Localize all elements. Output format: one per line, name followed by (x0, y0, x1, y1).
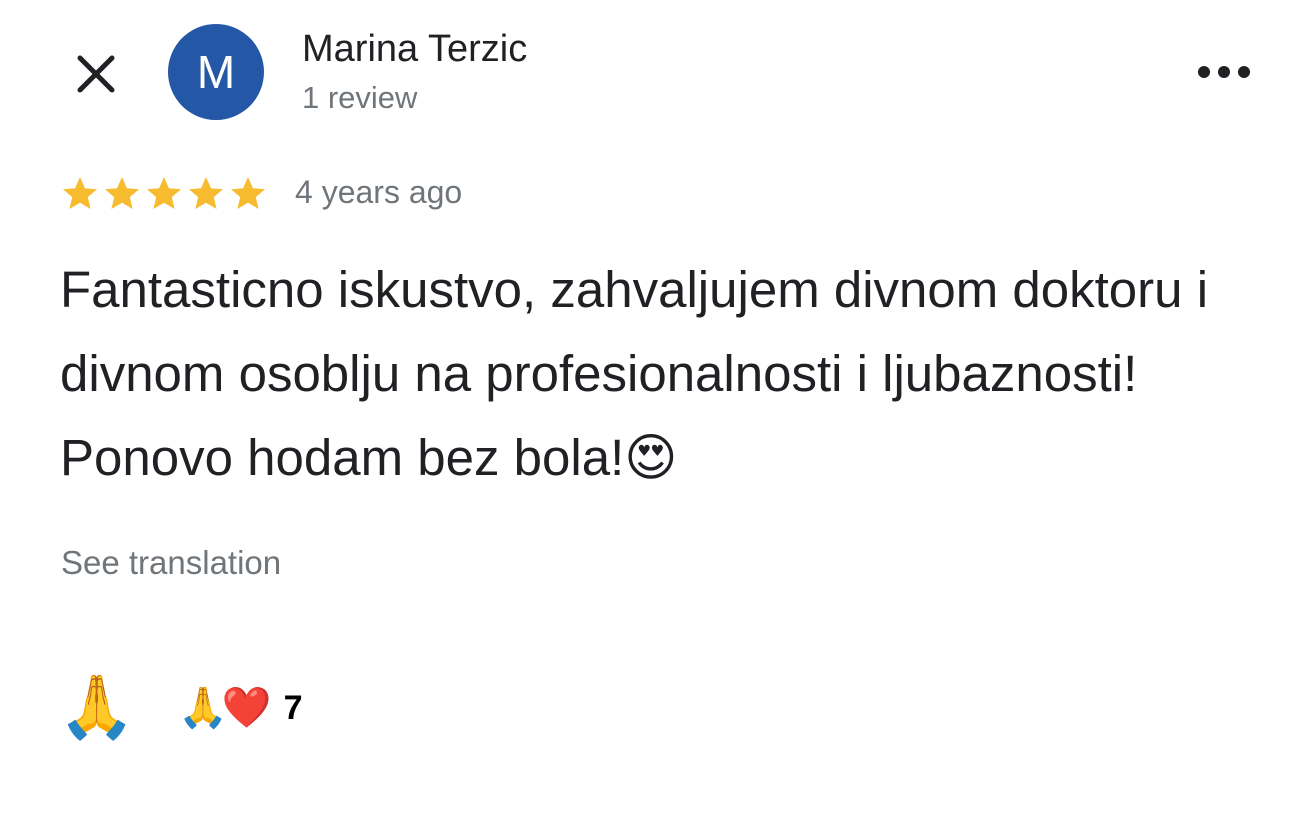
reaction-summary[interactable]: 🙏 ❤️ 7 (178, 684, 303, 732)
more-options-button[interactable] (1192, 52, 1256, 92)
avatar[interactable]: M (168, 24, 264, 120)
see-translation-link[interactable]: See translation (61, 544, 281, 582)
star-icon (189, 177, 223, 209)
star-icon (63, 177, 97, 209)
review-text: Fantasticno iskustvo, zahvaljujem divnom… (60, 261, 1209, 486)
close-icon (77, 55, 115, 93)
heart-reaction-icon: ❤️ (221, 686, 272, 730)
review-time: 4 years ago (295, 174, 463, 210)
close-button[interactable] (70, 48, 122, 100)
react-button[interactable]: 🙏 (58, 672, 135, 744)
avatar-letter: M (196, 46, 236, 98)
star-icon (147, 177, 181, 209)
star-icon (105, 177, 139, 209)
praying-hands-reaction-icon: 🙏 (178, 686, 228, 730)
author-review-count: 1 review (302, 80, 418, 115)
author-name[interactable]: Marina Terzic (302, 28, 527, 71)
more-horizontal-icon (1198, 66, 1250, 78)
star-rating (60, 174, 268, 214)
reaction-count: 7 (283, 688, 303, 727)
star-icon (231, 177, 265, 209)
